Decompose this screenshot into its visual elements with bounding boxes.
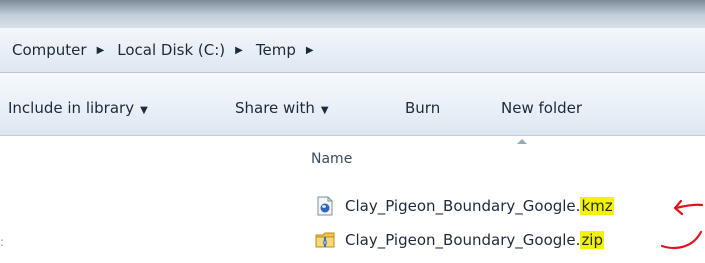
- breadcrumb-arrow-icon[interactable]: ▶: [306, 45, 314, 56]
- list-item[interactable]: Clay_Pigeon_Boundary_Google. zip: [315, 230, 604, 250]
- file-extension-highlight: kmz: [580, 197, 614, 215]
- share-with-label: Share with: [235, 99, 315, 117]
- new-folder-button[interactable]: New folder: [501, 99, 582, 117]
- column-header-name[interactable]: Name: [311, 151, 352, 167]
- new-folder-label: New folder: [501, 99, 583, 117]
- breadcrumb-local-disk[interactable]: Local Disk (C:): [113, 39, 229, 61]
- file-extension-highlight: zip: [580, 231, 604, 249]
- breadcrumb-computer[interactable]: Computer: [8, 39, 91, 61]
- breadcrumb: Computer ▶ Local Disk (C:) ▶ Temp ▶: [8, 39, 323, 61]
- list-item[interactable]: Clay_Pigeon_Boundary_Google. kmz: [315, 196, 614, 216]
- breadcrumb-temp[interactable]: Temp: [252, 39, 300, 61]
- include-in-library-button[interactable]: Include in library ▼: [8, 99, 148, 117]
- file-list-pane: Name : Clay_Pigeon_Boundary_Google. kmz C…: [0, 136, 705, 263]
- file-name-base: Clay_Pigeon_Boundary_Google.: [345, 197, 581, 215]
- breadcrumb-arrow-icon[interactable]: ▶: [97, 45, 105, 56]
- address-bar[interactable]: Computer ▶ Local Disk (C:) ▶ Temp ▶: [0, 28, 705, 73]
- window-title-bar: [0, 0, 705, 28]
- scroll-edge-mark: :: [0, 235, 5, 249]
- annotation-squiggle-icon: [660, 230, 703, 250]
- share-with-button[interactable]: Share with ▼: [235, 99, 329, 117]
- zip-file-icon: [315, 232, 335, 248]
- burn-button[interactable]: Burn: [405, 99, 440, 117]
- command-bar: Include in library ▼ Share with ▼ Burn New…: [0, 73, 705, 136]
- breadcrumb-arrow-icon[interactable]: ▶: [235, 45, 243, 56]
- dropdown-caret-icon: ▼: [140, 105, 148, 116]
- burn-label: Burn: [405, 99, 441, 117]
- sort-ascending-icon: [517, 139, 527, 144]
- kmz-file-icon: [317, 196, 333, 216]
- include-in-library-label: Include in library: [8, 99, 135, 117]
- dropdown-caret-icon: ▼: [320, 105, 329, 116]
- file-name-base: Clay_Pigeon_Boundary_Google.: [345, 231, 581, 249]
- annotation-arrow-icon: [673, 199, 704, 216]
